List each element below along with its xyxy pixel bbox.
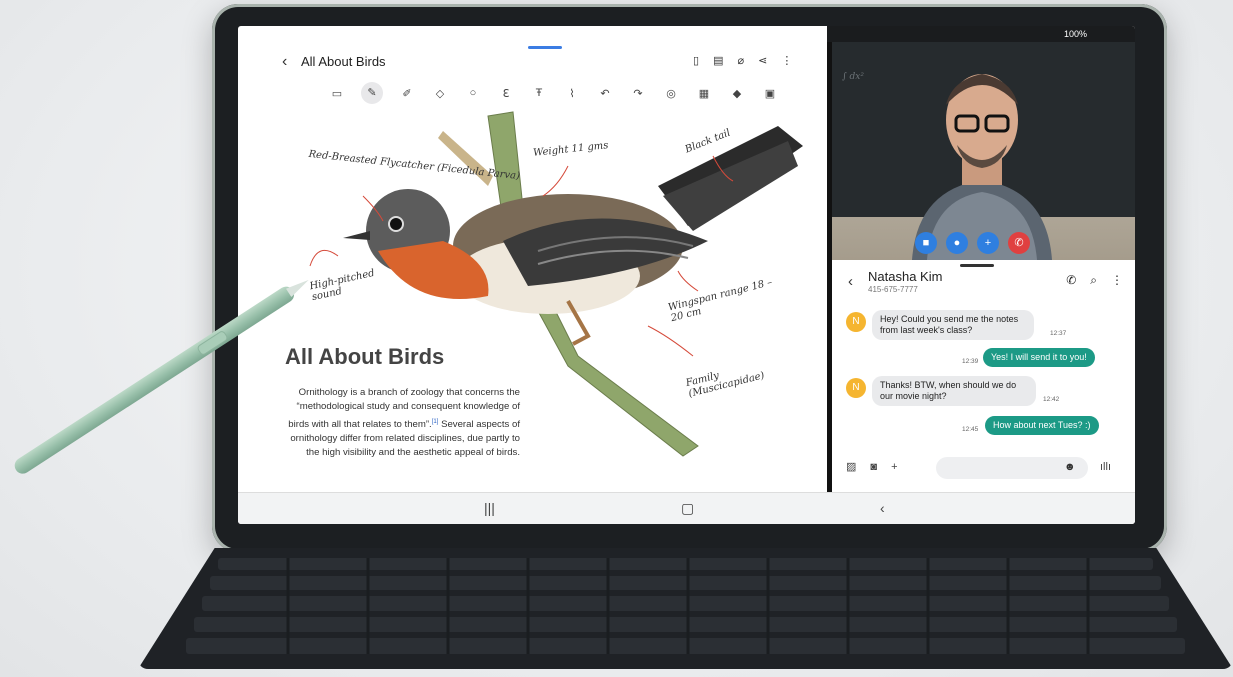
keyboard-keys xyxy=(186,558,1185,654)
add-participant-icon[interactable]: + xyxy=(977,232,999,254)
search-icon[interactable]: ⌕ xyxy=(1090,273,1097,288)
chevron-left-icon[interactable]: ‹ xyxy=(848,273,853,290)
microphone-icon[interactable]: ● xyxy=(946,232,968,254)
sticker-icon[interactable]: ☻ xyxy=(1064,461,1076,473)
contact-number: 415-675-7777 xyxy=(868,285,918,294)
chalkboard-writing: ∫ dx² xyxy=(842,72,864,82)
video-call-window: ∫ dx² ■ ● + ✆ xyxy=(832,42,1135,260)
message-bubble-received: Thanks! BTW, when should we do our movie… xyxy=(872,376,1036,406)
messages-app: ‹ Natasha Kim 415-675-7777 ✆ ⌕ ⋮ N Hey! … xyxy=(832,260,1135,492)
message-header-actions: ✆ ⌕ ⋮ xyxy=(1066,273,1123,288)
battery-level: 100% xyxy=(1063,29,1087,39)
gallery-icon[interactable]: ▨ xyxy=(846,460,856,473)
message-attachments: ▨ ◙ + xyxy=(846,460,898,474)
reference-link[interactable]: [1] xyxy=(432,419,439,425)
message-time: 12:42 xyxy=(1043,396,1060,403)
message-bubble-received: Hey! Could you send me the notes from la… xyxy=(872,310,1034,340)
more-options-icon[interactable]: ⋮ xyxy=(1111,273,1123,288)
note-body: Ornithology is a branch of zoology that … xyxy=(280,386,520,461)
message-time: 12:37 xyxy=(1050,330,1067,337)
end-call-icon[interactable]: ✆ xyxy=(1008,232,1030,254)
camera-icon[interactable]: ◙ xyxy=(870,461,877,473)
avatar: N xyxy=(846,312,866,332)
note-heading: All About Birds xyxy=(285,344,445,369)
recent-apps-icon[interactable]: ||| xyxy=(484,500,495,516)
status-time: 12:45 xyxy=(282,29,305,39)
call-controls: ■ ● + ✆ xyxy=(915,232,1030,254)
message-time: 12:39 xyxy=(962,358,979,365)
phone-icon[interactable]: ✆ xyxy=(1066,273,1076,288)
keyboard-cover xyxy=(138,548,1233,669)
avatar: N xyxy=(846,378,866,398)
message-time: 12:45 xyxy=(962,426,979,433)
message-bubble-sent: Yes! I will send it to you! xyxy=(983,348,1095,367)
tablet-screen: 12:45 100% ‹ All About Birds ▯ ▤ ⌀ ⋖ ⋮ ▭… xyxy=(238,26,1135,524)
voice-message-icon[interactable]: ıllı xyxy=(1100,461,1111,473)
contact-name: Natasha Kim xyxy=(868,269,943,284)
video-toggle-icon[interactable]: ■ xyxy=(915,232,937,254)
navigation-bar: ||| ▢ ‹ xyxy=(238,492,1135,524)
plus-icon[interactable]: + xyxy=(891,461,897,473)
message-bubble-sent: How about next Tues? :) xyxy=(985,416,1099,435)
home-icon[interactable]: ▢ xyxy=(681,500,694,517)
status-bar: 12:45 100% xyxy=(238,26,1135,42)
window-drag-handle[interactable] xyxy=(960,264,994,267)
back-icon[interactable]: ‹ xyxy=(880,500,885,516)
caller-video xyxy=(912,74,1052,260)
